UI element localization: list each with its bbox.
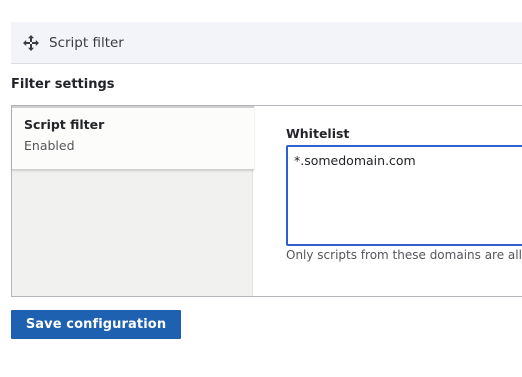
vertical-tab-summary: Enabled [24, 138, 75, 153]
whitelist-textarea[interactable]: *.somedomain.com [286, 145, 522, 246]
move-arrows-icon[interactable] [23, 34, 39, 51]
filter-draggable-row: Script filter [11, 22, 522, 64]
vertical-tab-title: Script filter [24, 117, 105, 132]
save-configuration-button[interactable]: Save configuration [11, 310, 181, 339]
filter-row-label: Script filter [49, 34, 124, 51]
vertical-tabs-menu: Script filter Enabled [12, 106, 254, 296]
section-title: Filter settings [11, 77, 115, 92]
vertical-tab-script-filter[interactable]: Script filter Enabled [12, 106, 254, 170]
vertical-tabs: Script filter Enabled Whitelist *.somedo… [11, 105, 522, 297]
vertical-tab-pane: Whitelist *.somedomain.com Only scripts … [286, 126, 522, 262]
page: Script filter Filter settings Script fil… [0, 0, 522, 377]
whitelist-label: Whitelist [286, 126, 350, 141]
whitelist-description: Only scripts from these domains are allo… [286, 248, 522, 262]
